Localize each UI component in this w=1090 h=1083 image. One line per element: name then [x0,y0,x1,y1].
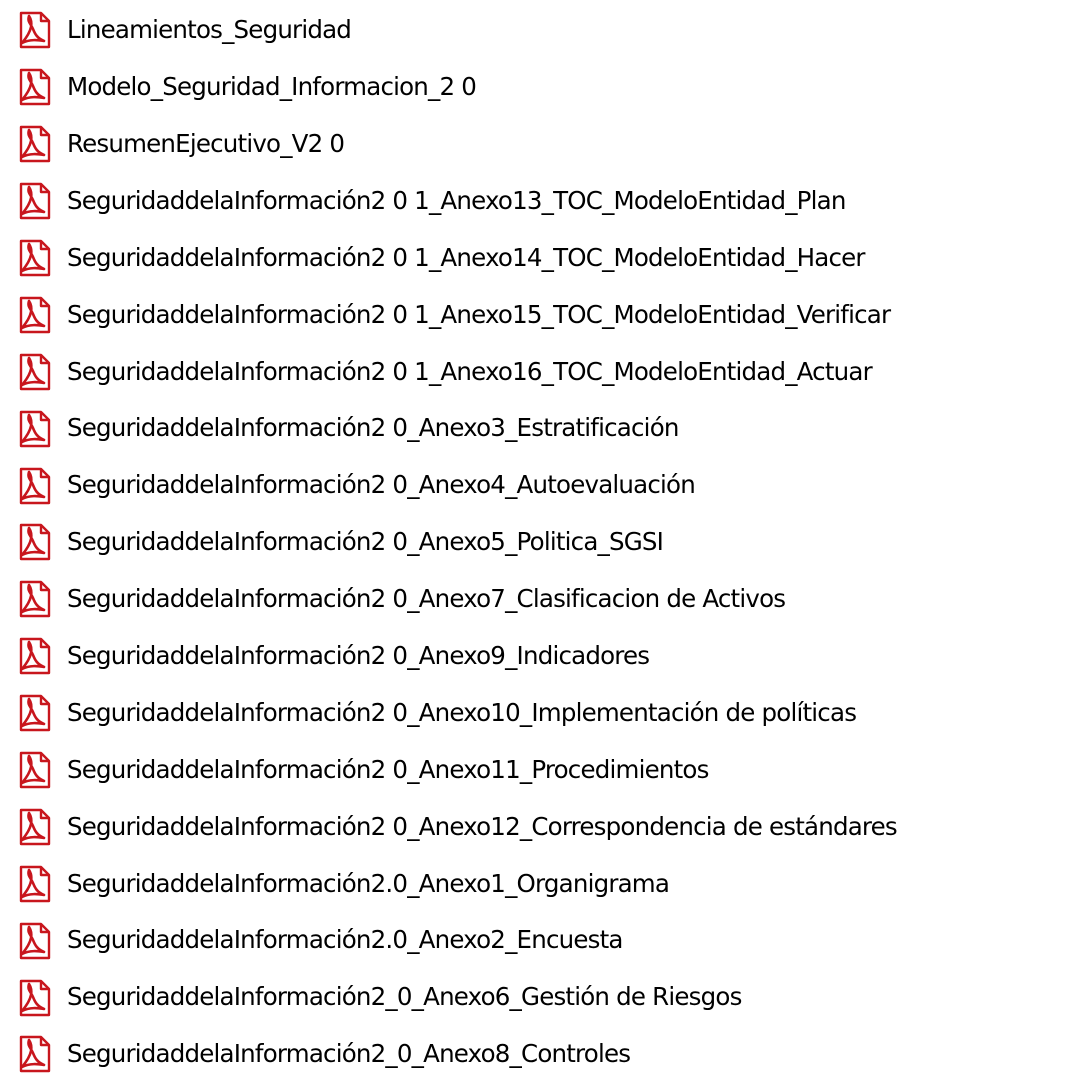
file-name: SeguridaddelaInformación2 0 1_Anexo16_TO… [67,356,873,386]
file-item[interactable]: SeguridaddelaInformación2 0_Anexo9_Indic… [0,628,1090,685]
pdf-file-icon [14,522,54,562]
file-item[interactable]: SeguridaddelaInformación2.0_Anexo2_Encue… [0,912,1090,969]
file-item[interactable]: SeguridaddelaInformación2 0 1_Anexo15_TO… [0,286,1090,343]
pdf-file-icon [14,921,54,961]
pdf-file-icon [14,636,54,676]
file-name: SeguridaddelaInformación2_0_Anexo6_Gesti… [67,982,742,1012]
file-name: ResumenEjecutivo_V2 0 [67,128,345,158]
pdf-file-icon [14,124,54,164]
pdf-file-icon [14,238,54,278]
pdf-file-icon [14,1034,54,1074]
file-item[interactable]: SeguridaddelaInformación2 0_Anexo5_Polit… [0,514,1090,571]
file-item[interactable]: SeguridaddelaInformación2 0_Anexo4_Autoe… [0,457,1090,514]
file-name: SeguridaddelaInformación2 0_Anexo9_Indic… [67,640,650,670]
file-item[interactable]: SeguridaddelaInformación2 0_Anexo3_Estra… [0,400,1090,457]
file-item[interactable]: SeguridaddelaInformación2 0 1_Anexo14_TO… [0,230,1090,287]
pdf-file-icon [14,295,54,335]
file-item[interactable]: Modelo_Seguridad_Informacion_2 0 [0,59,1090,116]
pdf-file-icon [14,10,54,50]
file-item[interactable]: SeguridaddelaInformación2.0_Anexo1_Organ… [0,855,1090,912]
pdf-file-icon [14,579,54,619]
file-name: SeguridaddelaInformación2_0_Anexo8_Contr… [67,1039,631,1069]
file-name: SeguridaddelaInformación2.0_Anexo2_Encue… [67,925,623,955]
pdf-file-icon [14,978,54,1018]
pdf-file-icon [14,181,54,221]
file-item[interactable]: SeguridaddelaInformación2 0_Anexo11_Proc… [0,742,1090,799]
file-item[interactable]: SeguridaddelaInformación2_0_Anexo6_Gesti… [0,969,1090,1026]
file-item[interactable]: SeguridaddelaInformación2 0_Anexo7_Clasi… [0,571,1090,628]
file-name: SeguridaddelaInformación2 0_Anexo5_Polit… [67,527,664,557]
file-name: SeguridaddelaInformación2 0 1_Anexo13_TO… [67,185,846,215]
file-name: SeguridaddelaInformación2 0_Anexo11_Proc… [67,754,709,784]
pdf-file-icon [14,67,54,107]
file-name: SeguridaddelaInformación2 0 1_Anexo14_TO… [67,242,866,272]
file-name: Modelo_Seguridad_Informacion_2 0 [67,72,477,102]
file-item[interactable]: Lineamientos_Seguridad [0,2,1090,59]
file-name: SeguridaddelaInformación2.0_Anexo1_Organ… [67,868,670,898]
file-item[interactable]: SeguridaddelaInformación2 0 1_Anexo16_TO… [0,343,1090,400]
pdf-file-icon [14,750,54,790]
file-name: SeguridaddelaInformación2 0_Anexo3_Estra… [67,413,679,443]
file-item[interactable]: SeguridaddelaInformación2_0_Anexo8_Contr… [0,1026,1090,1083]
file-list: Lineamientos_Seguridad Modelo_Seguridad_… [0,0,1090,1083]
file-name: SeguridaddelaInformación2 0_Anexo12_Corr… [67,811,898,841]
pdf-file-icon [14,352,54,392]
file-item[interactable]: ResumenEjecutivo_V2 0 [0,116,1090,173]
file-item[interactable]: SeguridaddelaInformación2 0_Anexo12_Corr… [0,798,1090,855]
file-name: SeguridaddelaInformación2 0 1_Anexo15_TO… [67,299,891,329]
pdf-file-icon [14,864,54,904]
pdf-file-icon [14,693,54,733]
file-name: Lineamientos_Seguridad [67,15,352,45]
pdf-file-icon [14,409,54,449]
pdf-file-icon [14,466,54,506]
file-name: SeguridaddelaInformación2 0_Anexo10_Impl… [67,697,857,727]
file-item[interactable]: SeguridaddelaInformación2 0_Anexo10_Impl… [0,685,1090,742]
file-name: SeguridaddelaInformación2 0_Anexo7_Clasi… [67,584,786,614]
file-item[interactable]: SeguridaddelaInformación2 0 1_Anexo13_TO… [0,173,1090,230]
file-name: SeguridaddelaInformación2 0_Anexo4_Autoe… [67,470,696,500]
pdf-file-icon [14,807,54,847]
